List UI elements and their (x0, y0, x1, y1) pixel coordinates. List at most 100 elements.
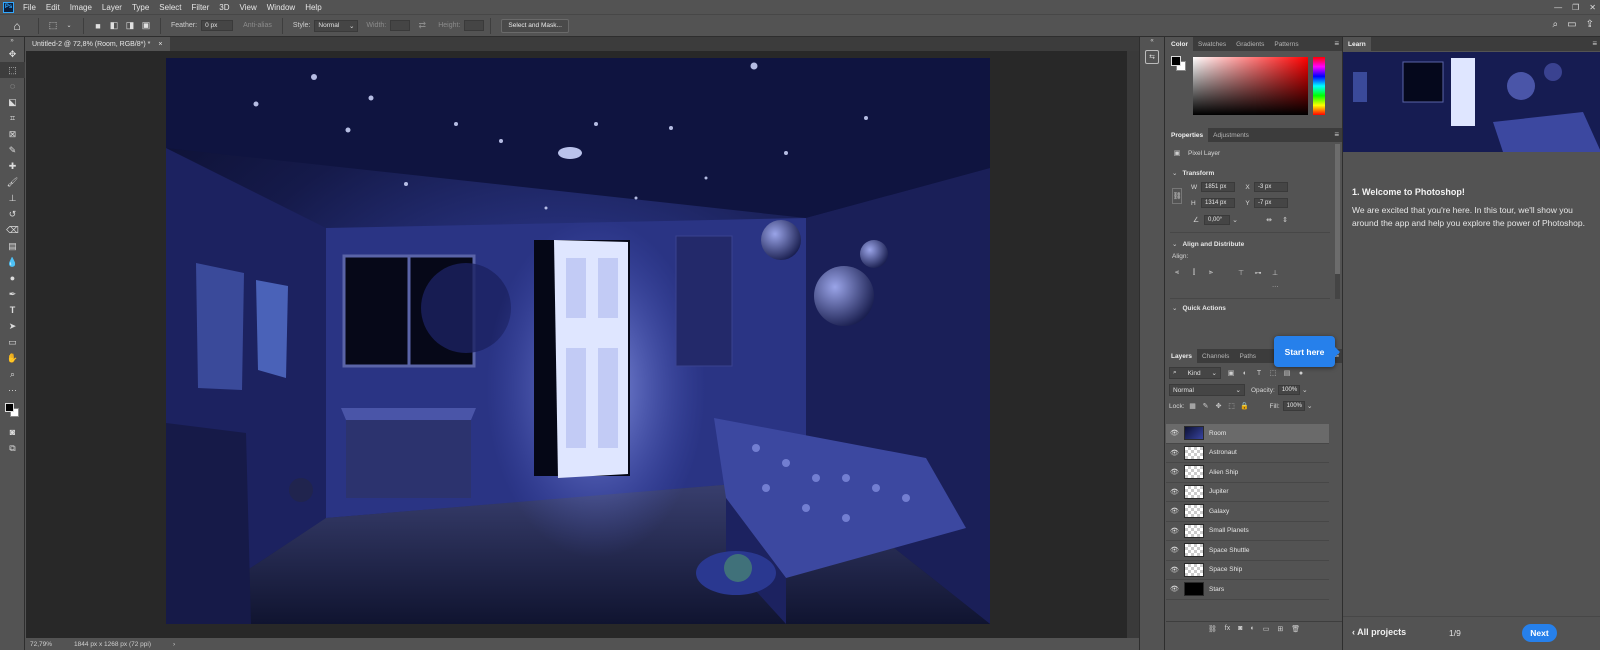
chevron-down-icon[interactable]: ⌄ (63, 20, 75, 32)
lasso-tool-icon[interactable]: ◌ (0, 78, 25, 94)
hue-slider[interactable] (1313, 57, 1325, 115)
foreground-color-swatch[interactable] (5, 403, 14, 412)
color-picker-field[interactable] (1193, 57, 1308, 115)
filter-shape-icon[interactable]: ⬚ (1268, 368, 1278, 378)
align-top-icon[interactable]: ⊤ (1236, 268, 1246, 278)
transform-section[interactable]: ⌄ Transform (1172, 169, 1214, 178)
menu-select[interactable]: Select (159, 3, 181, 12)
x-field[interactable]: -3 px (1254, 182, 1288, 192)
width-input[interactable] (390, 20, 411, 31)
tab-layers[interactable]: Layers (1166, 349, 1197, 363)
height-input[interactable] (464, 20, 485, 31)
filter-adjustment-icon[interactable]: ◐ (1240, 368, 1250, 378)
align-bottom-icon[interactable]: ⊥ (1270, 268, 1280, 278)
history-panel-icon[interactable]: ⇆ (1145, 50, 1159, 64)
layer-row[interactable]: 👁 Astronaut (1166, 444, 1329, 463)
document-tab[interactable]: Untitled-2 @ 72,8% (Room, RGB/8*) * × (26, 37, 171, 51)
select-and-mask-button[interactable]: Select and Mask... (501, 18, 569, 33)
menu-filter[interactable]: Filter (192, 3, 210, 12)
adjustment-layer-icon[interactable]: ◐ (1250, 625, 1254, 632)
more-options[interactable]: ··· (1272, 283, 1279, 290)
quick-actions-section[interactable]: ⌄ Quick Actions (1172, 304, 1226, 313)
chevron-down-icon[interactable]: ⌄ (1230, 215, 1240, 225)
menu-view[interactable]: View (240, 3, 257, 12)
history-brush-tool-icon[interactable]: ↺ (0, 206, 25, 222)
frame-tool-icon[interactable]: ⊠ (0, 126, 25, 142)
eye-icon[interactable]: 👁 (1166, 468, 1183, 476)
close-window-icon[interactable]: ✕ (1589, 3, 1596, 12)
layer-row[interactable]: 👁 Stars (1166, 580, 1329, 600)
search-icon[interactable]: ⌕ (1553, 19, 1559, 30)
align-right-icon[interactable]: ⫸ (1206, 268, 1216, 278)
subtract-selection-icon[interactable]: ◨ (124, 20, 136, 32)
eraser-tool-icon[interactable]: ⌫ (0, 222, 25, 238)
eye-icon[interactable]: 👁 (1166, 507, 1183, 515)
layer-row[interactable]: 👁 Alien Ship (1166, 463, 1329, 483)
tab-color[interactable]: Color (1166, 37, 1193, 51)
gradient-tool-icon[interactable]: ▤ (0, 238, 25, 254)
tab-channels[interactable]: Channels (1197, 349, 1234, 363)
move-tool-icon[interactable]: ✥ (0, 46, 25, 62)
menu-edit[interactable]: Edit (46, 3, 60, 12)
width-field[interactable]: 1851 px (1201, 182, 1235, 192)
new-layer-icon[interactable]: ⊞ (1277, 625, 1283, 633)
hand-tool-icon[interactable]: ✋ (0, 350, 25, 366)
collapse-icon[interactable]: « (1140, 37, 1164, 46)
layer-style-icon[interactable]: fx (1225, 625, 1230, 632)
layer-row[interactable]: 👁 Jupiter (1166, 483, 1329, 502)
delete-layer-icon[interactable]: 🗑 (1291, 625, 1300, 633)
eye-icon[interactable]: 👁 (1166, 488, 1183, 496)
all-projects-link[interactable]: ‹ All projects (1352, 627, 1406, 637)
tab-properties[interactable]: Properties (1166, 128, 1209, 142)
lock-image-icon[interactable]: ✎ (1201, 401, 1211, 411)
object-selection-tool-icon[interactable]: ⬕ (0, 94, 25, 110)
filter-kind-select[interactable]: ⌕ Kind ⌄ (1169, 367, 1221, 379)
align-middle-icon[interactable]: ⊶ (1253, 268, 1263, 278)
scrollbar-thumb[interactable] (1335, 144, 1340, 274)
flip-vertical-icon[interactable]: ⇕ (1280, 215, 1290, 225)
menu-help[interactable]: Help (305, 3, 321, 12)
align-section[interactable]: ⌄ Align and Distribute (1172, 240, 1244, 249)
type-tool-icon[interactable]: T (0, 302, 25, 318)
properties-scrollbar[interactable] (1335, 144, 1340, 299)
panel-menu-icon[interactable]: ≡ (1334, 39, 1339, 48)
status-arrow-icon[interactable]: › (173, 641, 175, 648)
feather-input[interactable]: 0 px (201, 20, 234, 31)
more-tools-icon[interactable]: ··· (0, 382, 25, 398)
zoom-tool-icon[interactable]: ⌕ (0, 366, 25, 382)
new-selection-icon[interactable]: ■ (92, 20, 104, 32)
lock-transparent-icon[interactable]: ▦ (1188, 401, 1198, 411)
intersect-selection-icon[interactable]: ▣ (140, 20, 152, 32)
fill-field[interactable]: 100% (1282, 401, 1305, 411)
filter-pixel-icon[interactable]: ▣ (1226, 368, 1236, 378)
layer-row[interactable]: 👁 Space Shuttle (1166, 541, 1329, 561)
eye-icon[interactable]: 👁 (1166, 585, 1183, 593)
layer-row[interactable]: 👁 Small Planets (1166, 522, 1329, 541)
menu-layer[interactable]: Layer (102, 3, 122, 12)
panel-menu-icon[interactable]: ≡ (1334, 130, 1339, 139)
opacity-field[interactable]: 100% (1277, 385, 1300, 395)
chevron-down-icon[interactable]: ⌄ (1300, 385, 1310, 395)
quick-mask-icon[interactable]: ◙ (0, 424, 25, 440)
layer-row[interactable]: 👁 Galaxy (1166, 502, 1329, 522)
y-field[interactable]: -7 px (1254, 198, 1288, 208)
vertical-scrollbar[interactable] (1127, 51, 1139, 638)
flip-horizontal-icon[interactable]: ⇹ (1264, 215, 1274, 225)
clone-stamp-tool-icon[interactable]: ⊥ (0, 190, 25, 206)
swap-icon[interactable]: ⇄ (416, 20, 428, 32)
eyedropper-tool-icon[interactable]: ✎ (0, 142, 25, 158)
style-select[interactable]: Normal ⌄ (314, 19, 359, 32)
new-group-icon[interactable]: ▭ (1263, 625, 1270, 633)
screen-mode-icon[interactable]: ⧉ (0, 440, 25, 456)
healing-brush-tool-icon[interactable]: ✚ (0, 158, 25, 174)
antialias-checkbox-label[interactable]: Anti-alias (243, 22, 272, 29)
menu-file[interactable]: File (23, 3, 36, 12)
collapse-icon[interactable]: » (0, 37, 24, 46)
tab-patterns[interactable]: Patterns (1269, 37, 1303, 51)
angle-field[interactable]: 0,00° (1204, 215, 1230, 225)
menu-window[interactable]: Window (267, 3, 295, 12)
dodge-tool-icon[interactable]: ● (0, 270, 25, 286)
eye-icon[interactable]: 👁 (1166, 429, 1183, 437)
close-tab-icon[interactable]: × (158, 41, 162, 48)
share-icon[interactable]: ⇪ (1586, 19, 1594, 30)
